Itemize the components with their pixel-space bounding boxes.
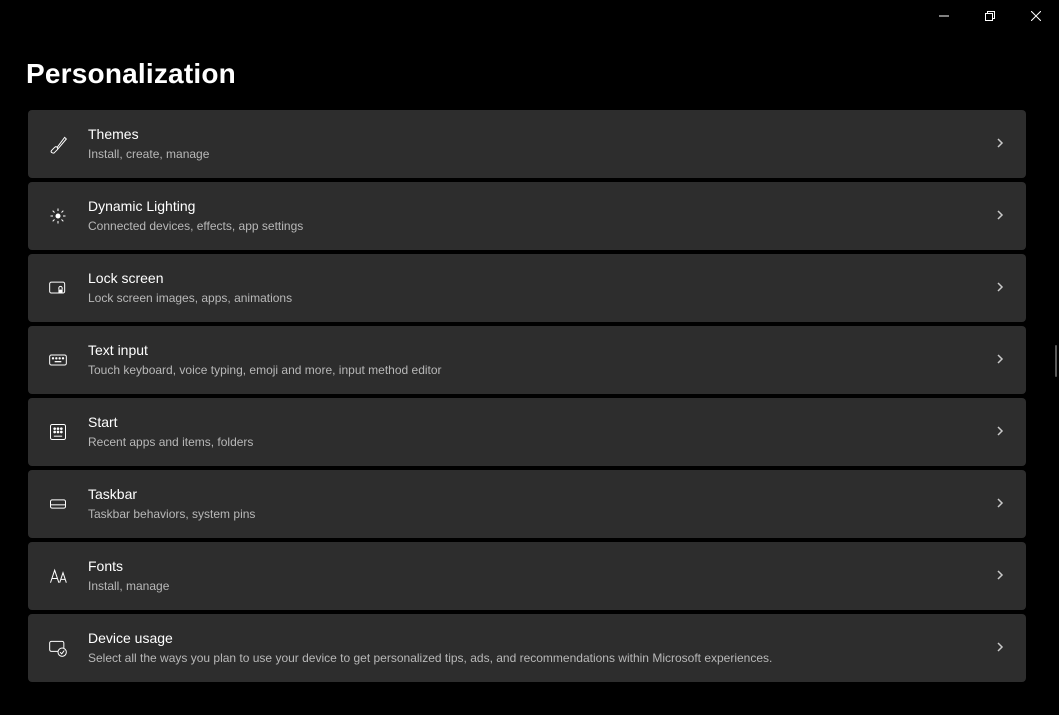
chevron-right-icon [994,352,1010,368]
item-title: Themes [88,125,994,145]
chevron-right-icon [994,424,1010,440]
settings-list: Themes Install, create, manage Dynamic L… [28,110,1026,686]
start-icon [46,420,70,444]
item-text: Fonts Install, manage [88,557,994,594]
item-title: Lock screen [88,269,994,289]
settings-item-lock-screen[interactable]: Lock screen Lock screen images, apps, an… [28,254,1026,322]
window-titlebar [921,0,1059,32]
item-desc: Install, manage [88,578,994,595]
item-title: Fonts [88,557,994,577]
item-desc: Touch keyboard, voice typing, emoji and … [88,362,994,379]
item-desc: Install, create, manage [88,146,994,163]
chevron-right-icon [994,496,1010,512]
fonts-icon [46,564,70,588]
taskbar-icon [46,492,70,516]
chevron-right-icon [994,640,1010,656]
settings-item-dynamic-lighting[interactable]: Dynamic Lighting Connected devices, effe… [28,182,1026,250]
item-text: Lock screen Lock screen images, apps, an… [88,269,994,306]
item-desc: Recent apps and items, folders [88,434,994,451]
settings-item-fonts[interactable]: Fonts Install, manage [28,542,1026,610]
item-title: Device usage [88,629,994,649]
item-desc: Taskbar behaviors, system pins [88,506,994,523]
keyboard-icon [46,348,70,372]
item-text: Device usage Select all the ways you pla… [88,629,994,666]
item-text: Taskbar Taskbar behaviors, system pins [88,485,994,522]
item-text: Dynamic Lighting Connected devices, effe… [88,197,994,234]
chevron-right-icon [994,136,1010,152]
minimize-button[interactable] [921,0,967,32]
lock-screen-icon [46,276,70,300]
brush-icon [46,132,70,156]
item-text: Themes Install, create, manage [88,125,994,162]
item-title: Start [88,413,994,433]
item-desc: Connected devices, effects, app settings [88,218,994,235]
item-title: Taskbar [88,485,994,505]
maximize-button[interactable] [967,0,1013,32]
item-desc: Select all the ways you plan to use your… [88,650,994,667]
item-desc: Lock screen images, apps, animations [88,290,994,307]
item-text: Text input Touch keyboard, voice typing,… [88,341,994,378]
chevron-right-icon [994,280,1010,296]
chevron-right-icon [994,208,1010,224]
item-text: Start Recent apps and items, folders [88,413,994,450]
scrollbar-thumb[interactable] [1055,345,1057,377]
settings-item-device-usage[interactable]: Device usage Select all the ways you pla… [28,614,1026,682]
settings-item-taskbar[interactable]: Taskbar Taskbar behaviors, system pins [28,470,1026,538]
page-title: Personalization [26,58,236,90]
light-icon [46,204,70,228]
settings-item-text-input[interactable]: Text input Touch keyboard, voice typing,… [28,326,1026,394]
item-title: Dynamic Lighting [88,197,994,217]
device-usage-icon [46,636,70,660]
settings-item-themes[interactable]: Themes Install, create, manage [28,110,1026,178]
item-title: Text input [88,341,994,361]
settings-item-start[interactable]: Start Recent apps and items, folders [28,398,1026,466]
chevron-right-icon [994,568,1010,584]
close-button[interactable] [1013,0,1059,32]
